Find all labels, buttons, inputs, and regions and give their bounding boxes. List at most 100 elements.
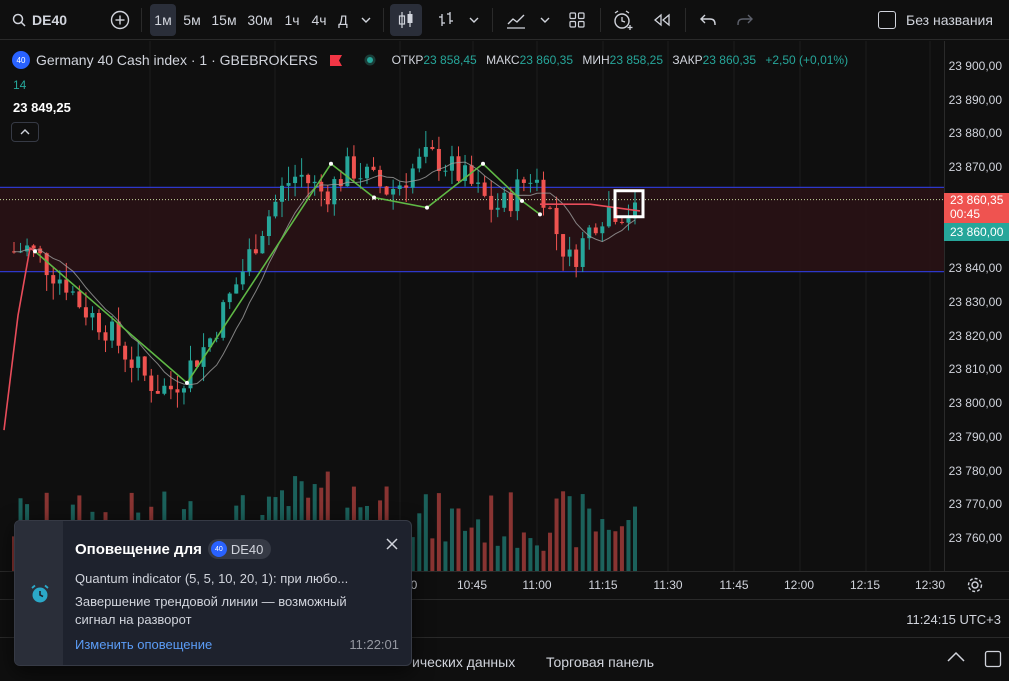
flag-icon[interactable] xyxy=(329,54,342,66)
candle-body xyxy=(25,245,30,252)
indicators-button[interactable] xyxy=(500,4,532,36)
candle-body xyxy=(593,227,598,234)
rewind-icon xyxy=(653,13,670,27)
low-label: МИН xyxy=(582,53,610,67)
candle-body xyxy=(495,207,500,210)
replay-button[interactable] xyxy=(647,4,677,36)
candle-body xyxy=(70,291,75,293)
candle-body xyxy=(580,238,585,267)
bar-countdown: 00:45 xyxy=(950,207,981,221)
candle-body xyxy=(548,207,553,209)
alert-button[interactable] xyxy=(607,4,639,36)
time-tick-label: 12:00 xyxy=(783,578,815,592)
candle-body xyxy=(521,179,526,183)
candle-body xyxy=(149,375,154,391)
alert-icon-strip xyxy=(15,521,63,665)
time-tick-label: 11:45 xyxy=(719,578,749,592)
price-tick-label: 23 760,00 xyxy=(948,530,1002,545)
volume-bar xyxy=(613,531,618,571)
candle-body xyxy=(253,249,258,254)
level-price-tag: 23 860,00 xyxy=(944,223,1009,241)
layout-name-button[interactable]: Без названия xyxy=(878,4,1006,36)
high-value: 23 860,35 xyxy=(519,53,573,67)
interval-dropdown[interactable] xyxy=(356,4,376,36)
tab-data[interactable]: ических данных xyxy=(412,654,515,670)
instrument-title[interactable]: Germany 40 Cash index · 1 · GBEBROKERS xyxy=(36,52,318,68)
candle-body xyxy=(129,359,134,368)
alert-symbol-chip[interactable]: 40 DE40 xyxy=(207,539,272,559)
price-tick-label: 23 870,00 xyxy=(948,160,1002,175)
candle-body xyxy=(234,284,239,294)
symbol-search-button[interactable]: DE40 xyxy=(6,4,70,36)
maximize-panel-button[interactable] xyxy=(984,650,1004,670)
chart-type-dropdown[interactable] xyxy=(464,4,484,36)
volume-bar xyxy=(495,545,500,571)
volume-bar xyxy=(436,493,441,571)
candle-body xyxy=(286,183,291,186)
candle-body xyxy=(103,332,108,341)
interval-5m[interactable]: 5м xyxy=(180,4,204,36)
redo-button[interactable] xyxy=(730,4,760,36)
chart-pane[interactable] xyxy=(0,41,944,571)
interval-1d[interactable]: Д xyxy=(333,4,353,36)
undo-button[interactable] xyxy=(693,4,723,36)
compare-symbol-button[interactable] xyxy=(105,4,135,36)
close-alert-button[interactable] xyxy=(383,535,401,553)
candle-body xyxy=(554,207,559,235)
candle-body xyxy=(44,253,49,276)
candle-body xyxy=(482,182,487,196)
indicators-chart-icon xyxy=(507,14,525,29)
indicator-value: 14 xyxy=(13,78,27,92)
candle-body xyxy=(332,179,337,205)
candle-body xyxy=(260,235,265,254)
interval-30m[interactable]: 30м xyxy=(244,4,276,36)
candle-body xyxy=(410,168,415,188)
candle-body xyxy=(436,148,441,171)
candle-body xyxy=(423,146,428,157)
interval-1h[interactable]: 1ч xyxy=(280,4,304,36)
volume-bar xyxy=(633,506,637,571)
time-tick-label: 12:30 xyxy=(914,578,946,592)
interval-1m[interactable]: 1м xyxy=(150,4,176,36)
last-level-value: 23 849,25 xyxy=(13,100,71,115)
volume-bar xyxy=(417,513,422,571)
toolbar-divider xyxy=(383,8,384,32)
candle-body xyxy=(280,185,285,202)
edit-alert-link[interactable]: Изменить оповещение xyxy=(75,637,212,652)
zigzag-pivot xyxy=(33,249,37,254)
interval-4h[interactable]: 4ч xyxy=(307,4,331,36)
candle-body xyxy=(136,356,141,368)
interval-15m[interactable]: 15м xyxy=(208,4,240,36)
tab-trading-panel[interactable]: Торговая панель xyxy=(546,654,654,670)
volume-bar xyxy=(593,531,598,571)
candle-body xyxy=(168,385,173,390)
candle-body xyxy=(502,192,507,208)
price-tick-label: 23 900,00 xyxy=(948,59,1002,73)
candle-body xyxy=(561,234,566,257)
candle-body xyxy=(83,307,88,318)
clock[interactable]: 11:24:15 UTC+3 xyxy=(906,612,1001,627)
alert-notification[interactable]: Оповещение для 40 DE40 Quantum indicator… xyxy=(14,520,412,666)
candle-body xyxy=(430,146,435,149)
layout-grid-button[interactable] xyxy=(562,4,592,36)
bars-chart-type-button[interactable] xyxy=(430,4,462,36)
alert-symbol: DE40 xyxy=(230,541,264,557)
collapse-legend-button[interactable] xyxy=(11,122,39,142)
collapse-panel-button[interactable] xyxy=(946,651,968,669)
candle-body xyxy=(391,188,396,195)
chevron-down-icon xyxy=(469,17,479,23)
candle-body xyxy=(567,249,572,257)
price-axis[interactable]: 23 900,00 23 890,00 23 880,00 23 870,00 23 8… xyxy=(944,41,1009,571)
candle-body xyxy=(319,181,324,192)
grid-icon xyxy=(569,12,585,28)
current-price-tag: 23 860,35 00:45 xyxy=(944,193,1009,223)
price-chart[interactable] xyxy=(0,41,944,571)
volume-bar xyxy=(567,496,572,571)
candle-body xyxy=(619,221,624,223)
layout-name: Без названия xyxy=(906,12,993,28)
settings-button[interactable] xyxy=(966,576,988,596)
indicators-dropdown[interactable] xyxy=(535,4,555,36)
alert-time: 11:22:01 xyxy=(349,637,399,652)
time-tick-label: 11:15 xyxy=(588,578,618,592)
candles-chart-type-button[interactable] xyxy=(390,4,422,36)
